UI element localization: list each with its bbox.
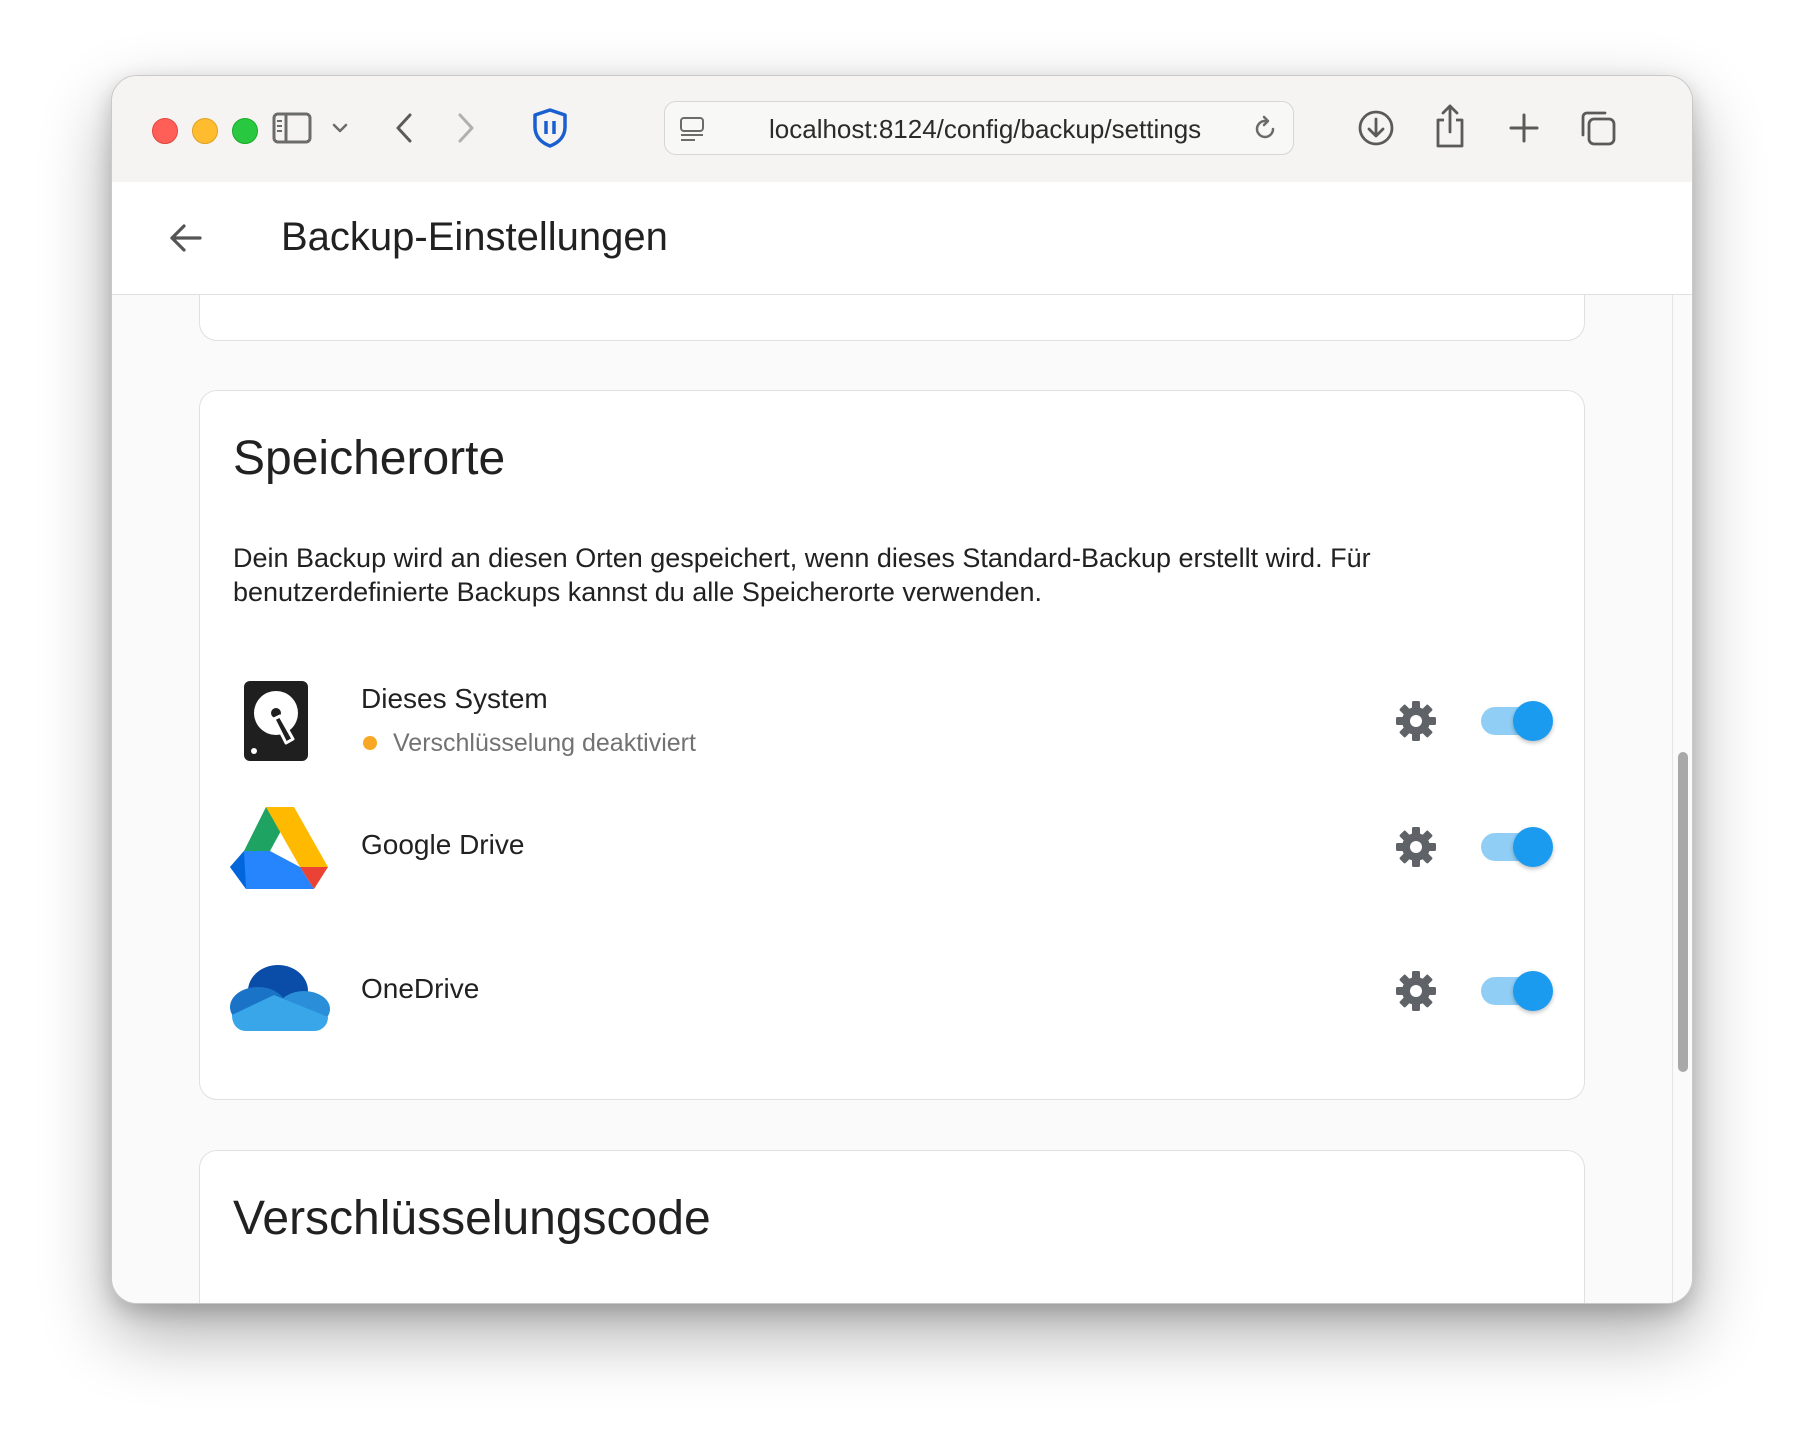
scrollbar-thumb[interactable] [1678, 752, 1688, 1072]
content-area: Speicherorte Dein Backup wird an diesen … [112, 295, 1692, 1303]
toggle-knob [1513, 971, 1553, 1011]
shield-icon[interactable] [528, 104, 572, 152]
gear-icon[interactable] [1394, 699, 1438, 743]
previous-card [199, 295, 1585, 341]
forward-icon[interactable] [446, 106, 486, 150]
chevron-down-icon[interactable] [328, 114, 352, 142]
onedrive-icon [230, 949, 330, 1033]
card-title: Verschlüsselungscode [233, 1192, 711, 1245]
status-dot [363, 736, 377, 750]
browser-toolbar: localhost:8124/config/backup/settings [112, 76, 1692, 183]
zoom-window-button[interactable] [232, 118, 258, 144]
enable-toggle[interactable] [1479, 969, 1555, 1013]
tabs-overview-icon[interactable] [1576, 106, 1620, 150]
card-title: Speicherorte [233, 432, 506, 485]
location-row-this-system: Dieses System Verschlüsselung deaktivier… [200, 661, 1584, 781]
toggle-knob [1513, 701, 1553, 741]
location-name: Dieses System [361, 683, 548, 714]
page-icon [677, 114, 707, 144]
reload-icon[interactable] [1249, 113, 1281, 145]
back-icon[interactable] [384, 106, 424, 150]
location-name: Google Drive [361, 829, 525, 860]
close-window-button[interactable] [152, 118, 178, 144]
toggle-knob [1513, 827, 1553, 867]
card-description: Dein Backup wird an diesen Orten gespeic… [233, 543, 1371, 607]
address-bar[interactable]: localhost:8124/config/backup/settings [664, 101, 1294, 155]
gear-icon[interactable] [1394, 969, 1438, 1013]
location-status: Verschlüsselung deaktiviert [361, 729, 696, 758]
new-tab-icon[interactable] [1502, 106, 1546, 150]
page-title: Backup-Einstellungen [281, 215, 668, 259]
arrow-left-icon[interactable] [162, 214, 210, 262]
location-row-google-drive: Google Drive [200, 787, 1584, 907]
browser-window: localhost:8124/config/backup/settings Ba… [111, 75, 1693, 1304]
sidebar-icon[interactable] [270, 106, 314, 150]
scrollbar[interactable] [1672, 295, 1692, 1303]
share-icon[interactable] [1430, 100, 1470, 152]
download-icon[interactable] [1354, 106, 1398, 150]
url-text: localhost:8124/config/backup/settings [769, 114, 1202, 144]
google-drive-icon [230, 805, 330, 889]
gear-icon[interactable] [1394, 825, 1438, 869]
enable-toggle[interactable] [1479, 699, 1555, 743]
enable-toggle[interactable] [1479, 825, 1555, 869]
app-header: Backup-Einstellungen [112, 182, 1692, 295]
storage-locations-card: Speicherorte Dein Backup wird an diesen … [199, 390, 1585, 1100]
hard-drive-icon [230, 679, 330, 763]
minimize-window-button[interactable] [192, 118, 218, 144]
encryption-key-card: Verschlüsselungscode [199, 1150, 1585, 1303]
location-row-onedrive: OneDrive [200, 931, 1584, 1051]
location-name: OneDrive [361, 973, 480, 1004]
status-text: Verschlüsselung deaktiviert [393, 729, 696, 757]
